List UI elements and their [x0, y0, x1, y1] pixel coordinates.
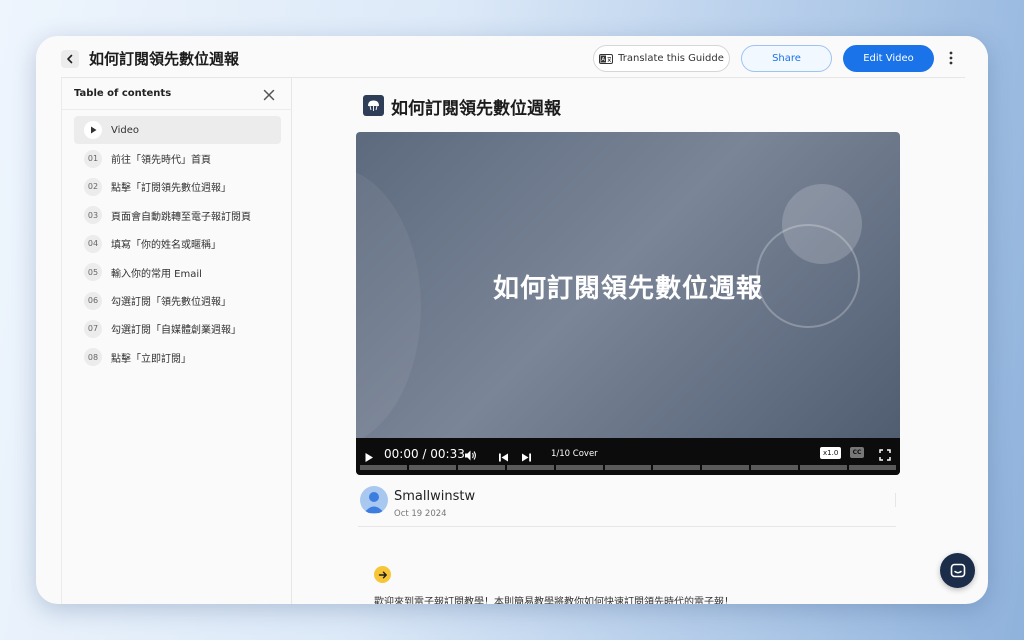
progress-segment [849, 465, 896, 470]
toc-item-number: 01 [84, 149, 102, 168]
progress-segment [360, 465, 407, 470]
progress-segment [457, 465, 505, 470]
author-divider [358, 526, 896, 527]
progress-segment [604, 465, 652, 470]
author-divider-vertical [895, 493, 896, 507]
toc-item-step-03[interactable]: 03 頁面會自動跳轉至電子報訂閱頁 [74, 201, 281, 229]
progress-segment [751, 465, 799, 470]
toc-item-label: 點擊「訂閱領先數位週報」 [111, 183, 231, 195]
translate-button[interactable]: A Translate this Guidde [593, 45, 730, 72]
user-icon [364, 492, 384, 513]
author-name: Smallwinstw [394, 489, 476, 504]
progress-segment [506, 465, 554, 470]
guide-title: 如何訂閱領先數位週報 [391, 99, 561, 119]
top-bar: 如何訂閱領先數位週報 A Translate this Guidde Share… [36, 36, 988, 78]
toc-item-step-02[interactable]: 02 點擊「訂閱領先數位週報」 [74, 173, 281, 201]
toc-header: Table of contents [62, 78, 292, 110]
app-window: 如何訂閱領先數位週報 A Translate this Guidde Share… [36, 36, 988, 604]
video-progress-bar[interactable] [360, 465, 896, 470]
toc-title: Table of contents [74, 88, 172, 99]
video-time: 00:00 / 00:33 [384, 447, 465, 461]
progress-segment [702, 465, 750, 470]
toc-item-number: 08 [84, 348, 102, 367]
video-controls: 00:00 / 00:33 1/10 Cover x1.0 CC [356, 438, 900, 475]
video-cover-title: 如何訂閱領先數位週報 [492, 274, 763, 304]
fullscreen-icon [879, 449, 891, 461]
translate-label: Translate this Guidde [618, 53, 724, 64]
edit-video-button[interactable]: Edit Video [843, 45, 934, 72]
avatar [360, 486, 388, 514]
back-button[interactable] [61, 50, 79, 68]
close-icon [263, 89, 275, 101]
video-player[interactable]: 如何訂閱領先數位週報 00:00 / 00:33 1/10 Cover x1.0… [356, 132, 900, 475]
guide-logo-icon [363, 95, 384, 116]
toc-item-step-08[interactable]: 08 點擊「立即訂閱」 [74, 343, 281, 371]
volume-icon [465, 450, 476, 461]
progress-segment [555, 465, 603, 470]
toc-item-step-01[interactable]: 01 前往「領先時代」首頁 [74, 144, 281, 172]
play-icon [365, 453, 373, 462]
captions-button[interactable]: CC [850, 447, 864, 458]
toc-item-label: 填寫「你的姓名或暱稱」 [111, 240, 221, 252]
intro-marker [374, 566, 391, 583]
toc-item-label: 勾選訂閱「自媒體創業週報」 [111, 325, 241, 337]
playback-speed-button[interactable]: x1.0 [820, 447, 842, 459]
progress-segment [408, 465, 456, 470]
translate-icon: A [599, 53, 614, 64]
toc-item-step-07[interactable]: 07 勾選訂閱「自媒體創業週報」 [74, 315, 281, 343]
toc-item-number: 02 [84, 177, 102, 196]
fullscreen-button[interactable] [879, 446, 891, 465]
toc-item-number: 04 [84, 234, 102, 253]
share-button[interactable]: Share [741, 45, 832, 72]
play-icon [90, 126, 96, 134]
page-title: 如何訂閱領先數位週報 [89, 50, 240, 68]
toc-item-number: 07 [84, 319, 102, 338]
toc-item-label: 勾選訂閱「領先數位週報」 [111, 297, 231, 309]
toc-item-label: 輸入你的常用 Email [111, 268, 202, 280]
skip-next-icon [522, 453, 531, 462]
toc-item-step-04[interactable]: 04 填寫「你的姓名或暱稱」 [74, 230, 281, 258]
chapter-indicator: 1/10 Cover [551, 449, 598, 459]
toc-item-label: Video [111, 124, 140, 136]
toc-item-video[interactable]: Video [74, 116, 281, 145]
toc-item-number: 05 [84, 263, 102, 282]
volume-button[interactable] [464, 447, 477, 466]
intro-text: 歡迎來到電子報訂閱教學！本則簡易教學將教你如何快速訂閱領先時代的電子報！ [374, 597, 734, 604]
toc-item-number: 06 [84, 291, 102, 310]
toc-item-label: 頁面會自動跳轉至電子報訂閱頁 [111, 211, 251, 223]
svg-text:A: A [601, 57, 605, 63]
toc-close-button[interactable] [262, 87, 276, 101]
chat-button[interactable] [940, 553, 975, 588]
chevron-left-icon [67, 54, 73, 64]
toc-item-number: 03 [84, 206, 102, 225]
arrow-right-icon [378, 571, 387, 578]
vertical-dots-icon [949, 51, 953, 65]
toc-item-step-05[interactable]: 05 輸入你的常用 Email [74, 258, 281, 286]
author-date: Oct 19 2024 [394, 509, 447, 519]
toc-item-number [84, 121, 102, 140]
toc-list: Video 01 前往「領先時代」首頁 02 點擊「訂閱領先數位週報」 03 頁… [74, 116, 281, 372]
skip-previous-icon [499, 453, 508, 462]
more-options-button[interactable] [944, 49, 958, 67]
toc-sidebar: Table of contents Video 01 前往「領先時代」首頁 02… [61, 78, 292, 604]
toc-item-label: 點擊「立即訂閱」 [111, 353, 191, 365]
toc-item-step-06[interactable]: 06 勾選訂閱「領先數位週報」 [74, 286, 281, 314]
progress-segment [653, 465, 701, 470]
progress-segment [800, 465, 848, 470]
toc-item-label: 前往「領先時代」首頁 [111, 155, 211, 167]
video-decoration [356, 167, 421, 447]
chat-icon [950, 563, 965, 577]
